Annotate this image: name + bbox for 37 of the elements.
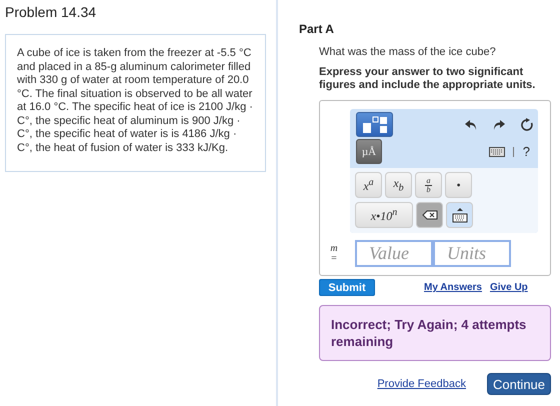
keyboard-icon xyxy=(452,207,468,223)
value-field[interactable]: Value xyxy=(355,240,433,267)
template-button[interactable] xyxy=(356,112,393,137)
undo-icon xyxy=(464,118,478,130)
redo-icon xyxy=(492,118,506,130)
fraction-key[interactable]: a b xyxy=(415,172,442,198)
instruction-text: Express your answer to two significant figures and include the appropriate units. xyxy=(319,66,536,92)
problem-text: A cube of ice is taken from the freezer at -5.5 °C and placed in a 85-g aluminum calorimeter filled with 330 g of water at room temperature of 20.0 °C. The final situation is observed to be all water at 16.0 °C. The specific heat of ice is 2100 J/kg · C°, the specific heat of aluminum is 900 J/kg · C°, the specific heat of water is is 4186 J/kg · C°, the heat of fusion of water is 333 kJ/Kg. xyxy=(5,34,266,172)
reset-button[interactable] xyxy=(520,118,534,132)
math-key[interactable]: x$^{a}$ xyxy=(355,172,382,198)
units-button[interactable]: µÅ xyxy=(356,139,382,164)
question-text: What was the mass of the ice cube? xyxy=(319,46,497,58)
reset-icon xyxy=(520,118,534,132)
units-field[interactable]: Units xyxy=(433,240,511,267)
backspace-icon xyxy=(422,210,438,220)
equals-sign: = xyxy=(331,254,337,264)
keyboard-icon xyxy=(488,146,505,156)
problem-title: Problem 14.34 xyxy=(5,4,98,20)
keyboard-key[interactable] xyxy=(446,202,473,228)
template-icon xyxy=(362,116,388,134)
part-title: Part A xyxy=(299,22,335,36)
redo-button[interactable] xyxy=(492,118,506,130)
keyboard-button[interactable] xyxy=(488,146,505,156)
backspace-key[interactable] xyxy=(416,202,443,228)
submit-button[interactable]: Submit xyxy=(319,279,375,296)
continue-button[interactable]: Continue xyxy=(487,373,551,395)
math-key[interactable]: x$_{b}$ xyxy=(385,172,412,198)
math-key[interactable]: x•10$^{n}$ xyxy=(355,202,413,228)
feedback-link[interactable]: Provide Feedback xyxy=(377,378,466,390)
math-key[interactable]: • xyxy=(445,172,472,198)
variable-label: m xyxy=(330,244,338,254)
answer-link[interactable]: My Answers xyxy=(424,282,482,293)
undo-button[interactable] xyxy=(464,118,478,130)
feedback-message: Incorrect; Try Again; 4 attempts remaining xyxy=(319,305,551,361)
separator-icon xyxy=(512,146,515,156)
answer-link[interactable]: Give Up xyxy=(490,282,528,293)
help-button[interactable]: ? xyxy=(522,144,530,159)
